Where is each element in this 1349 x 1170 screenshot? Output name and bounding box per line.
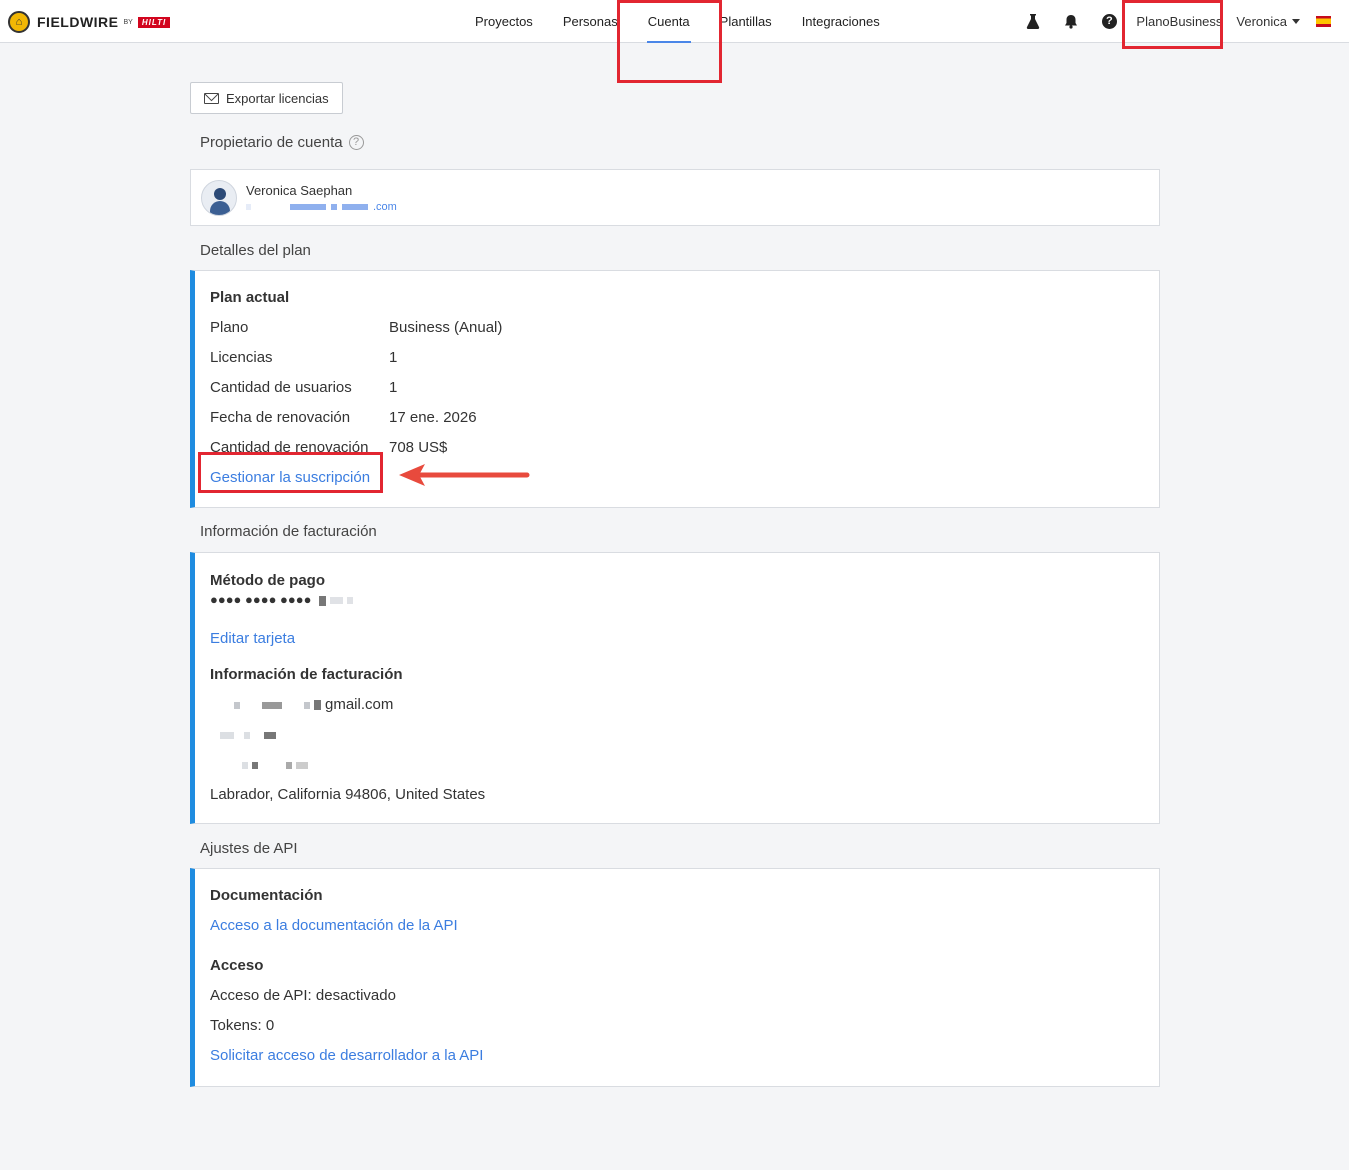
plan-row-value: 17 ene. 2026 — [389, 409, 477, 426]
fieldwire-logo-icon: ⌂ — [8, 11, 30, 33]
api-doc-heading: Documentación — [210, 887, 323, 904]
owner-email[interactable]: .com — [246, 201, 397, 213]
owner-card: Veronica Saephan .com — [190, 169, 1160, 226]
tab-integraciones[interactable]: Integraciones — [787, 0, 895, 43]
account-content: Exportar licencias Propietario de cuenta… — [190, 82, 1160, 1087]
plan-row-value: 1 — [389, 349, 398, 366]
owner-email-suffix: .com — [373, 200, 397, 213]
card-mask: ●●●● ●●●● ●●●● — [210, 592, 312, 607]
user-menu[interactable]: Veronica — [1232, 14, 1316, 29]
mail-icon — [204, 92, 219, 104]
plan-row-value: 1 — [389, 379, 398, 396]
plan-row-key: Cantidad de usuarios — [210, 379, 352, 396]
plan-heading: Plan actual — [210, 289, 290, 306]
billing-email: gmail.com — [210, 695, 1144, 725]
api-access-heading: Acceso — [210, 957, 264, 974]
highlight-manage-subscription — [198, 452, 383, 493]
api-tokens: Tokens: 0 — [210, 1017, 275, 1034]
export-licenses-label: Exportar licencias — [226, 90, 329, 106]
avatar — [201, 179, 237, 216]
bell-icon[interactable] — [1052, 0, 1090, 43]
chevron-down-icon — [1292, 19, 1300, 24]
billing-section-title: Información de facturación — [200, 522, 377, 540]
owner-section-title: Propietario de cuenta ? — [200, 131, 1160, 153]
billing-email-suffix: gmail.com — [325, 696, 394, 713]
help-glyph: ? — [1101, 14, 1117, 29]
plan-row-key: Plano — [210, 319, 249, 336]
plan-row-key: Fecha de renovación — [210, 409, 351, 426]
plan-row-value: Business (Anual) — [389, 319, 503, 336]
plan-row: Fecha de renovación 17 ene. 2026 — [210, 408, 1144, 438]
billing-card: Método de pago ●●●● ●●●● ●●●● Editar tar… — [190, 552, 1160, 824]
flask-icon[interactable] — [1014, 0, 1052, 43]
plan-row-key: Licencias — [210, 349, 273, 366]
billing-address-line — [210, 755, 1144, 785]
billing-address-line — [210, 725, 1144, 755]
api-card: Documentación Acceso a la documentación … — [190, 868, 1160, 1087]
plan-row: Cantidad de usuarios 1 — [210, 378, 1144, 408]
logo-by: BY — [123, 18, 133, 26]
owner-section-label: Propietario de cuenta — [200, 133, 343, 151]
hilti-logo: HILTI — [137, 16, 171, 28]
card-number-masked: ●●●● ●●●● ●●●● — [210, 593, 1144, 629]
plan-row: Plano Business (Anual) — [210, 318, 1144, 348]
user-name: Veronica — [1236, 14, 1287, 29]
owner-name: Veronica Saephan — [246, 182, 353, 198]
billing-info-heading: Información de facturación — [210, 666, 403, 683]
spain-flag-icon[interactable] — [1316, 16, 1331, 27]
payment-method-heading: Método de pago — [210, 572, 325, 589]
highlight-cuenta-tab — [617, 0, 722, 83]
question-icon[interactable]: ? — [348, 134, 364, 150]
owner-info: Veronica Saephan .com — [246, 183, 397, 213]
plan-row: Licencias 1 — [210, 348, 1144, 378]
billing-city-line: Labrador, California 94806, United State… — [210, 786, 486, 803]
edit-card-link[interactable]: Editar tarjeta — [210, 629, 1144, 665]
highlight-plan-name — [1122, 0, 1223, 49]
plan-section-title: Detalles del plan — [200, 241, 311, 259]
export-licenses-button[interactable]: Exportar licencias — [190, 82, 343, 114]
api-doc-link[interactable]: Acceso a la documentación de la API — [210, 916, 1144, 956]
api-section-title: Ajustes de API — [200, 839, 298, 857]
api-request-access-link[interactable]: Solicitar acceso de desarrollador a la A… — [210, 1046, 1144, 1076]
logo-text: FIELDWIRE — [37, 14, 119, 30]
fieldwire-logo[interactable]: ⌂ FIELDWIRE BY HILTI — [8, 11, 171, 33]
tab-proyectos[interactable]: Proyectos — [460, 0, 548, 43]
annotation-arrow-icon — [399, 464, 530, 486]
api-access-status: Acceso de API: desactivado — [210, 987, 396, 1004]
